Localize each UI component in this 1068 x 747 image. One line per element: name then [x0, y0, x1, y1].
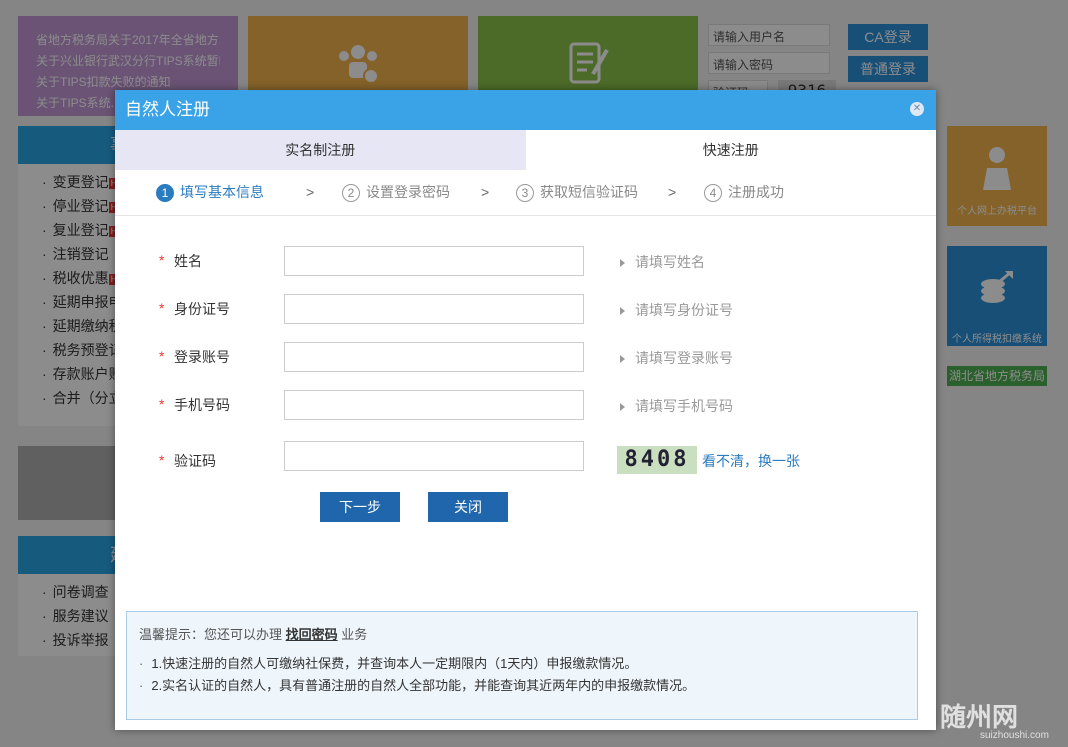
watermark-logo: 随州网 suizhoushi.com [940, 702, 1049, 741]
form-row-account: * 登录账号 请填写登录账号 [115, 342, 936, 372]
next-step-button[interactable]: 下一步 [320, 492, 400, 522]
tip-line: 1.快速注册的自然人可缴纳社保费，并查询本人一定期限内（1天内）申报缴款情况。 [139, 653, 905, 675]
form-row-name: * 姓名 请填写姓名 [115, 246, 936, 276]
field-hint: 请填写手机号码 [620, 396, 733, 416]
close-button[interactable]: 关闭 [428, 492, 508, 522]
field-label: 登录账号 [174, 349, 230, 365]
field-hint: 请填写姓名 [620, 252, 705, 272]
step-1: 1 填写基本信息 [156, 182, 264, 202]
field-hint: 请填写身份证号 [620, 300, 733, 320]
recover-password-link[interactable]: 找回密码 [286, 627, 338, 642]
chevron-right-icon: > [306, 184, 315, 200]
required-mark: * [159, 300, 165, 316]
tips-box: 温馨提示：您还可以办理 找回密码 业务 1.快速注册的自然人可缴纳社保费，并查询… [126, 611, 918, 720]
captcha-input[interactable] [284, 441, 584, 471]
registration-dialog: 自然人注册 ✕ 实名制注册 快速注册 1 填写基本信息 > 2 设置登录密码 > 3… [115, 90, 936, 730]
field-label: 身份证号 [174, 301, 230, 317]
step-3: 3 获取短信验证码 [516, 182, 638, 202]
form-row-phone: * 手机号码 请填写手机号码 [115, 390, 936, 420]
chevron-right-icon: > [481, 184, 490, 200]
dialog-header: 自然人注册 ✕ [115, 90, 936, 130]
step-4: 4 注册成功 [704, 182, 784, 202]
login-account-input[interactable] [284, 342, 584, 372]
form-row-id: * 身份证号 请填写身份证号 [115, 294, 936, 324]
tip-line: 2.实名认证的自然人，具有普通注册的自然人全部功能，并能查询其近两年内的申报缴款… [139, 675, 905, 697]
dialog-title: 自然人注册 [125, 100, 210, 119]
refresh-captcha-link[interactable]: 看不清，换一张 [702, 451, 800, 471]
id-number-input[interactable] [284, 294, 584, 324]
field-label: 验证码 [174, 453, 216, 469]
registration-tabs: 实名制注册 快速注册 [115, 130, 936, 170]
step-2: 2 设置登录密码 [342, 182, 450, 202]
chevron-right-icon: > [668, 184, 677, 200]
required-mark: * [159, 396, 165, 412]
tab-real-name[interactable]: 实名制注册 [115, 130, 526, 170]
captcha-image[interactable]: 8408 [617, 446, 697, 474]
step-indicator: 1 填写基本信息 > 2 设置登录密码 > 3 获取短信验证码 > 4 注册成功 [115, 170, 936, 216]
form-row-captcha: * 验证码 8408 看不清，换一张 [115, 441, 936, 477]
required-mark: * [159, 252, 165, 268]
tip-heading: 温馨提示：您还可以办理 找回密码 业务 [139, 627, 368, 642]
close-icon[interactable]: ✕ [910, 102, 924, 116]
name-input[interactable] [284, 246, 584, 276]
field-hint: 请填写登录账号 [620, 348, 733, 368]
field-label: 姓名 [174, 253, 202, 269]
field-label: 手机号码 [174, 397, 230, 413]
phone-input[interactable] [284, 390, 584, 420]
required-mark: * [159, 348, 165, 364]
tab-quick[interactable]: 快速注册 [526, 130, 937, 170]
required-mark: * [159, 452, 165, 468]
